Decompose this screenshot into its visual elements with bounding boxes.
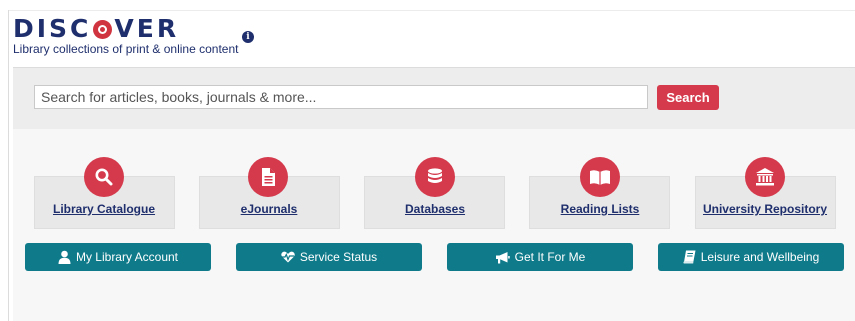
my-library-account-label: My Library Account [75,250,179,264]
tile-label-library-catalogue[interactable]: Library Catalogue [53,202,155,216]
tile-label-ejournals[interactable]: eJournals [241,202,298,216]
logo-text-end: VER [114,14,180,43]
heartbeat-icon [281,251,295,263]
service-status-button[interactable]: Service Status [236,243,422,271]
document-icon[interactable] [248,157,288,197]
logo-wordmark: DISC VER [13,16,238,42]
tile-label-reading-lists[interactable]: Reading Lists [561,202,640,216]
search-bar-area: Search [13,67,855,130]
page-frame-top [8,10,855,11]
get-it-for-me-button[interactable]: Get It For Me [447,243,633,271]
user-icon [58,250,71,264]
service-status-label: Service Status [299,250,378,264]
target-o-icon [93,19,113,39]
bullhorn-icon [495,251,510,263]
logo-text-start: DISC [13,14,92,43]
info-circle-icon[interactable]: i [242,31,254,43]
book-icon [683,250,696,264]
page-frame-left [8,10,9,321]
leisure-and-wellbeing-label: Leisure and Wellbeing [700,250,820,264]
tile-label-university-repository[interactable]: University Repository [703,202,827,216]
search-button[interactable]: Search [657,85,719,110]
logo-tagline: Library collections of print & online co… [13,42,239,56]
tile-label-databases[interactable]: Databases [405,202,465,216]
search-input[interactable] [34,85,648,109]
open-book-icon[interactable] [580,157,620,197]
discover-logo[interactable]: DISC VER Library collections of print & o… [13,16,239,57]
leisure-and-wellbeing-button[interactable]: Leisure and Wellbeing [658,243,844,271]
search-icon[interactable] [84,157,124,197]
database-icon[interactable] [415,157,455,197]
get-it-for-me-label: Get It For Me [514,250,586,264]
institution-icon[interactable] [745,157,785,197]
my-library-account-button[interactable]: My Library Account [25,243,211,271]
